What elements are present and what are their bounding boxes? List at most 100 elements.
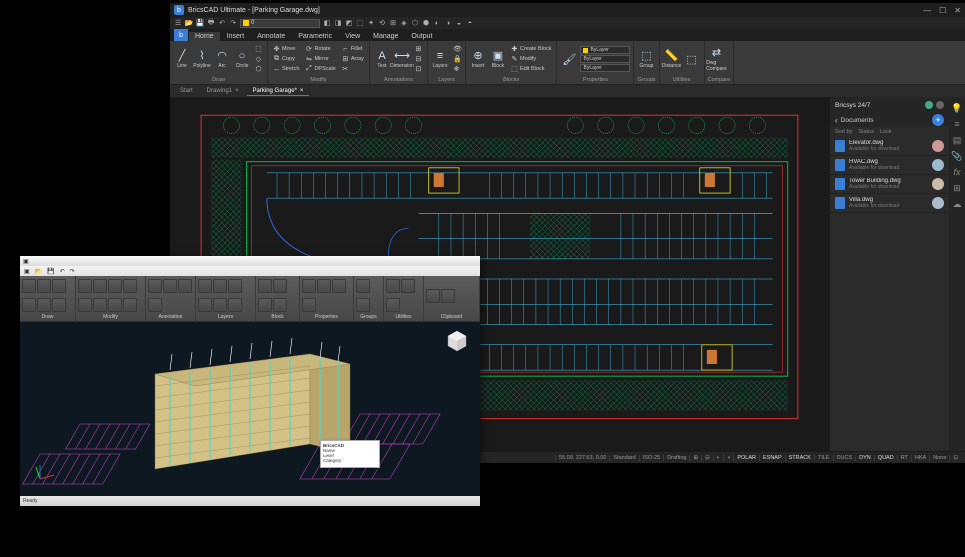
fillet-button[interactable]: ⌐Fillet bbox=[340, 45, 366, 54]
sec-ribbon-button[interactable] bbox=[198, 279, 212, 293]
status-standard[interactable]: Standard bbox=[609, 455, 638, 461]
sec-ribbon-button[interactable] bbox=[302, 298, 316, 312]
move-button[interactable]: ✥Move bbox=[271, 45, 301, 54]
user-avatar-icon[interactable] bbox=[936, 101, 944, 109]
sec-ribbon-button[interactable] bbox=[78, 298, 92, 312]
status-icon[interactable]: ◐ bbox=[713, 455, 723, 461]
line-button[interactable]: ╱Line bbox=[173, 44, 191, 74]
status-icon[interactable]: ⊞ bbox=[689, 455, 701, 461]
sort-status-label[interactable]: Status bbox=[858, 129, 874, 135]
sec-ribbon-button[interactable] bbox=[123, 298, 137, 312]
sort-lock-label[interactable]: Lock bbox=[880, 129, 892, 135]
modify-small-button[interactable]: ✂ bbox=[340, 65, 366, 74]
sec-ribbon-button[interactable] bbox=[148, 298, 162, 312]
tab-output[interactable]: Output bbox=[405, 32, 438, 41]
layers-button[interactable]: ≡Layers bbox=[431, 44, 449, 74]
layer-small-button[interactable]: 🔒 bbox=[451, 55, 462, 64]
sec-ribbon-button[interactable] bbox=[273, 279, 287, 293]
back-icon[interactable]: ‹ bbox=[835, 116, 838, 125]
polyline-button[interactable]: ⌇Polyline bbox=[193, 44, 211, 74]
doc-tab-drawing1[interactable]: Drawing1× bbox=[201, 87, 245, 96]
sec-ribbon-button[interactable] bbox=[37, 298, 51, 312]
match-prop-button[interactable]: 🖌 bbox=[560, 44, 578, 74]
file-item[interactable]: HVAC.dwgAvailable for download bbox=[830, 156, 949, 175]
sec-ribbon-button[interactable] bbox=[401, 279, 415, 293]
file-item[interactable]: Tower Building.dwgAvailable for download bbox=[830, 175, 949, 194]
status-icon[interactable]: ⊡ bbox=[949, 455, 961, 461]
sec-drawing-canvas[interactable]: BricsCAD Name Level Category bbox=[20, 322, 480, 496]
sec-ribbon-button[interactable] bbox=[213, 298, 227, 312]
qat-item[interactable]: ⬚ bbox=[356, 19, 364, 27]
status-ducs[interactable]: DUCS bbox=[833, 455, 856, 461]
qat-save-icon[interactable]: 💾 bbox=[196, 19, 204, 27]
sec-ribbon-button[interactable] bbox=[22, 279, 36, 293]
sec-ribbon-button[interactable] bbox=[178, 279, 192, 293]
arc-button[interactable]: ◠Arc bbox=[213, 44, 231, 74]
sec-ribbon-button[interactable] bbox=[302, 279, 316, 293]
mirror-button[interactable]: ⇋Mirror bbox=[303, 55, 337, 64]
layers-icon[interactable]: ≡ bbox=[952, 119, 962, 129]
anno-small-button[interactable]: ⊟ bbox=[413, 55, 424, 64]
doc-tab-parking-garage[interactable]: Parking Garage*× bbox=[247, 87, 310, 96]
sec-ribbon-button[interactable] bbox=[441, 289, 455, 303]
maximize-button[interactable]: ☐ bbox=[939, 6, 946, 15]
status-rt[interactable]: RT bbox=[897, 455, 911, 461]
sec-menu-icon[interactable]: ↶ bbox=[60, 268, 65, 275]
qat-item[interactable]: ⬡ bbox=[411, 19, 419, 27]
stretch-button[interactable]: ↔Stretch bbox=[271, 65, 301, 74]
qat-item[interactable]: ⬢ bbox=[422, 19, 430, 27]
close-button[interactable]: ✕ bbox=[954, 6, 961, 15]
util-button[interactable]: ⬚ bbox=[683, 44, 701, 74]
status-iso[interactable]: ISO-25 bbox=[639, 455, 663, 461]
sec-ribbon-button[interactable] bbox=[198, 298, 212, 312]
sort-by-label[interactable]: Sort by bbox=[835, 129, 852, 135]
copy-button[interactable]: ⧉Copy bbox=[271, 55, 301, 64]
text-button[interactable]: AText bbox=[373, 44, 391, 74]
doc-tab-start[interactable]: Start bbox=[174, 87, 199, 96]
status-mode[interactable]: Drafting bbox=[663, 455, 689, 461]
lightbulb-icon[interactable]: 💡 bbox=[952, 103, 962, 113]
status-hka[interactable]: HKA bbox=[911, 455, 929, 461]
qat-item[interactable]: ✦ bbox=[367, 19, 375, 27]
status-dyn[interactable]: DYN bbox=[855, 455, 874, 461]
qat-item[interactable]: ⟲ bbox=[378, 19, 386, 27]
tab-parametric[interactable]: Parametric bbox=[292, 32, 338, 41]
qat-item[interactable]: ◒ bbox=[455, 19, 463, 27]
status-esnap[interactable]: ESNAP bbox=[759, 455, 785, 461]
sec-ribbon-button[interactable] bbox=[228, 279, 242, 293]
status-none[interactable]: None bbox=[929, 455, 949, 461]
sec-ribbon-button[interactable] bbox=[258, 279, 272, 293]
qat-item[interactable]: ⊞ bbox=[389, 19, 397, 27]
tab-home[interactable]: Home bbox=[189, 32, 220, 41]
qat-item[interactable]: ◐ bbox=[433, 19, 441, 27]
formula-icon[interactable]: fx bbox=[952, 167, 962, 177]
qat-item[interactable]: ◑ bbox=[444, 19, 452, 27]
sec-ribbon-button[interactable] bbox=[52, 279, 66, 293]
sec-ribbon-button[interactable] bbox=[228, 298, 242, 312]
create-block-button[interactable]: ✚Create Block bbox=[509, 45, 554, 54]
qat-undo-icon[interactable]: ↶ bbox=[218, 19, 226, 27]
status-quad[interactable]: QUAD bbox=[874, 455, 897, 461]
qat-item[interactable]: ◓ bbox=[466, 19, 474, 27]
draw-small-button[interactable]: ⬡ bbox=[253, 65, 264, 74]
sec-ribbon-button[interactable] bbox=[332, 279, 346, 293]
layer-small-button[interactable]: 👁 bbox=[451, 45, 462, 54]
status-strack[interactable]: STRACK bbox=[785, 455, 814, 461]
file-item[interactable]: Elevator.dwgAvailable for download bbox=[830, 137, 949, 156]
sec-ribbon-button[interactable] bbox=[317, 279, 331, 293]
status-tile[interactable]: TILE bbox=[814, 455, 833, 461]
sec-ribbon-button[interactable] bbox=[93, 298, 107, 312]
status-icon[interactable]: ⊟ bbox=[701, 455, 713, 461]
qat-open-icon[interactable]: 📂 bbox=[185, 19, 193, 27]
insert-block-button[interactable]: ⊕Insert bbox=[469, 44, 487, 74]
sec-ribbon-button[interactable] bbox=[108, 298, 122, 312]
group-button[interactable]: ⬚Group bbox=[637, 44, 655, 74]
draw-small-button[interactable]: ⬚ bbox=[253, 45, 264, 54]
components-icon[interactable]: ⊞ bbox=[952, 183, 962, 193]
structure-icon[interactable]: ▤ bbox=[952, 135, 962, 145]
sec-ribbon-button[interactable] bbox=[213, 279, 227, 293]
qat-item[interactable]: ◈ bbox=[400, 19, 408, 27]
block-button[interactable]: ▣Block bbox=[489, 44, 507, 74]
status-polar[interactable]: POLAR bbox=[733, 455, 759, 461]
sec-menu-icon[interactable]: 📂 bbox=[35, 268, 42, 275]
